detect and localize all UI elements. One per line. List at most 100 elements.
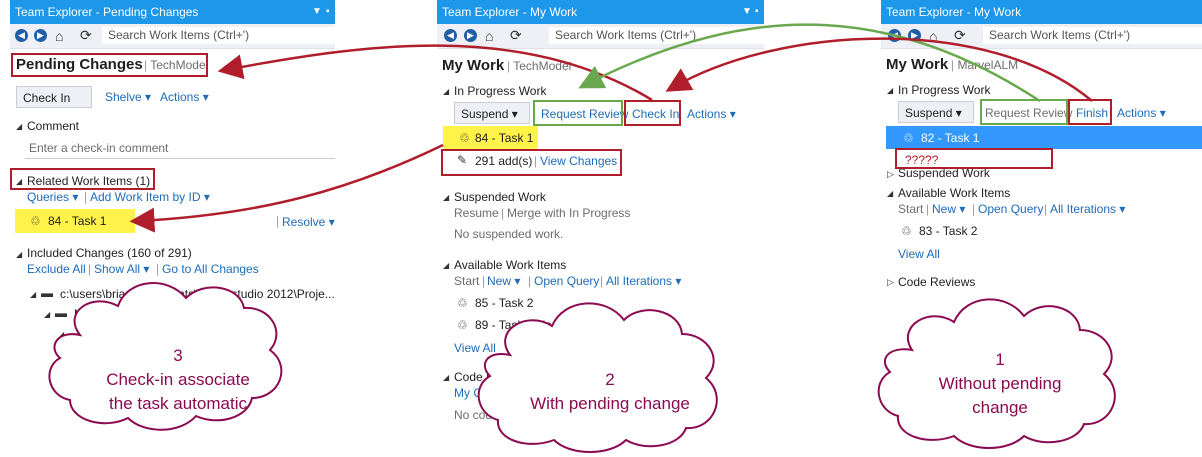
toolbar: ◀ ▶ ⌂ ⟳ Search Work Items (Ctrl+') (10, 24, 335, 49)
back-icon[interactable]: ◀ (15, 29, 28, 42)
folder-icon: ▬ (41, 286, 53, 300)
callout-3-line1: Check-in associate (106, 370, 250, 389)
home-icon[interactable]: ⌂ (485, 28, 493, 44)
suspend-button[interactable]: Suspend ▾ (898, 101, 974, 123)
separator: | (482, 274, 486, 288)
back-icon[interactable]: ◀ (444, 29, 457, 42)
open-query-link[interactable]: Open Query (978, 202, 1043, 216)
in-progress-task[interactable]: 84 - Task 1 (475, 131, 533, 145)
project-name: | MarvelALM (951, 58, 1019, 72)
callout-1-text: 1 Without pending change (895, 348, 1105, 420)
task-icon: ♲ (903, 131, 914, 145)
separator: | (926, 202, 930, 216)
forward-icon[interactable]: ▶ (464, 29, 477, 42)
tree-folder[interactable]: A (88, 327, 96, 341)
start-link[interactable]: Start (454, 274, 479, 288)
callout-1-line1: Without pending (938, 374, 1062, 393)
search-input[interactable]: Search Work Items (Ctrl+') (102, 27, 335, 44)
actions-link[interactable]: Actions ▾ (1117, 106, 1166, 120)
collapse-icon[interactable]: ◢ (58, 330, 64, 339)
available-work-header: Available Work Items (898, 186, 1011, 200)
annotation-box-finish (1068, 99, 1112, 125)
start-link[interactable]: Start (898, 202, 923, 216)
separator: | (501, 206, 505, 220)
actions-link[interactable]: Actions ▾ (160, 90, 209, 104)
separator: | (528, 274, 532, 288)
resolve-link[interactable]: Resolve ▾ (282, 215, 335, 229)
back-icon[interactable]: ◀ (888, 29, 901, 42)
refresh-icon[interactable]: ⟳ (80, 27, 92, 44)
in-progress-task[interactable]: 82 - Task 1 (921, 131, 979, 145)
project-name: | TechModel (507, 59, 572, 73)
search-input[interactable]: Search Work Items (Ctrl+') (549, 27, 764, 44)
separator: | (88, 262, 92, 276)
resume-link[interactable]: Resume (454, 206, 499, 220)
refresh-icon[interactable]: ⟳ (510, 27, 522, 44)
suspend-button[interactable]: Suspend ▾ (454, 102, 530, 124)
collapse-icon[interactable]: ◢ (16, 250, 22, 259)
included-changes-header: Included Changes (160 of 291) (27, 246, 192, 260)
refresh-icon[interactable]: ⟳ (954, 27, 966, 44)
collapse-icon[interactable]: ◢ (887, 189, 893, 198)
callout-3-text: 3 Check-in associate the task automatic (78, 344, 278, 416)
comment-input[interactable]: Enter a check-in comment (25, 138, 335, 159)
collapse-icon[interactable]: ◢ (443, 373, 449, 382)
tree-project[interactable]: MvcApplication6 (74, 307, 161, 321)
callout-1-number: 1 (995, 350, 1005, 369)
related-task-item[interactable]: 84 - Task 1 (48, 214, 106, 228)
collapse-icon[interactable]: ◢ (887, 86, 893, 95)
home-icon[interactable]: ⌂ (929, 28, 937, 44)
collapse-icon[interactable]: ◢ (16, 122, 22, 131)
view-all-link[interactable]: View All (898, 247, 940, 261)
home-icon[interactable]: ⌂ (55, 28, 63, 44)
all-iterations-link[interactable]: All Iterations ▾ (606, 274, 681, 288)
pin-icon[interactable]: ▪ (755, 0, 759, 24)
callout-3-number: 3 (173, 346, 183, 365)
pin-icon[interactable]: ▪ (326, 0, 330, 24)
all-iterations-link[interactable]: All Iterations ▾ (1050, 202, 1125, 216)
title-bar: Team Explorer - Pending Changes ▼ ▪ (10, 0, 335, 24)
annotation-box-request-review (980, 99, 1068, 125)
work-item[interactable]: 89 - Task 2 User Story 2 (475, 318, 604, 332)
work-item[interactable]: 85 - Task 2 (475, 296, 533, 310)
open-query-link[interactable]: Open Query (534, 274, 599, 288)
collapse-icon[interactable]: ◢ (44, 310, 50, 319)
collapse-icon[interactable]: ◢ (443, 193, 449, 202)
annotation-box-pending-title (11, 53, 208, 77)
queries-link[interactable]: Queries ▾ (27, 190, 78, 204)
forward-icon[interactable]: ▶ (908, 29, 921, 42)
merge-link[interactable]: Merge with In Progress (507, 206, 630, 220)
show-all-link[interactable]: Show All ▾ (94, 262, 149, 276)
separator: | (972, 202, 976, 216)
annotation-box-related-work (10, 168, 155, 190)
forward-icon[interactable]: ▶ (34, 29, 47, 42)
new-link[interactable]: New ▾ (487, 274, 520, 288)
exclude-all-link[interactable]: Exclude All (27, 262, 86, 276)
dropdown-icon[interactable]: ▼ (312, 0, 322, 24)
add-work-item-link[interactable]: Add Work Item by ID ▾ (90, 190, 210, 204)
view-all-link[interactable]: View All (454, 341, 496, 355)
task-icon: ♲ (457, 296, 468, 310)
in-progress-header: In Progress Work (898, 83, 991, 97)
expand-icon[interactable]: ▷ (887, 277, 894, 288)
callout-2-line1: With pending change (530, 394, 690, 413)
my-code-reviews-link[interactable]: My C (454, 386, 482, 400)
toolbar: ◀ ▶ ⌂ ⟳ Search Work Items (Ctrl+') (437, 24, 764, 49)
task-icon: ♲ (459, 131, 470, 145)
work-item[interactable]: 83 - Task 2 (919, 224, 977, 238)
separator: | (1044, 202, 1048, 216)
expand-icon[interactable]: ▷ (887, 169, 894, 180)
comment-header: Comment (27, 119, 80, 133)
new-link[interactable]: New ▾ (932, 202, 965, 216)
check-in-button[interactable]: Check In (16, 86, 92, 108)
shelve-link[interactable]: Shelve ▾ (105, 90, 151, 104)
collapse-icon[interactable]: ◢ (443, 87, 449, 96)
tree-path[interactable]: c:\users\brian\documents\visual studio 2… (60, 287, 335, 301)
collapse-icon[interactable]: ◢ (30, 290, 36, 299)
go-to-all-changes-link[interactable]: Go to All Changes (162, 262, 259, 276)
annotation-box-changes (441, 149, 622, 176)
dropdown-icon[interactable]: ▼ (742, 0, 752, 24)
actions-link[interactable]: Actions ▾ (687, 107, 736, 121)
search-input[interactable]: Search Work Items (Ctrl+') (983, 27, 1202, 44)
collapse-icon[interactable]: ◢ (443, 261, 449, 270)
